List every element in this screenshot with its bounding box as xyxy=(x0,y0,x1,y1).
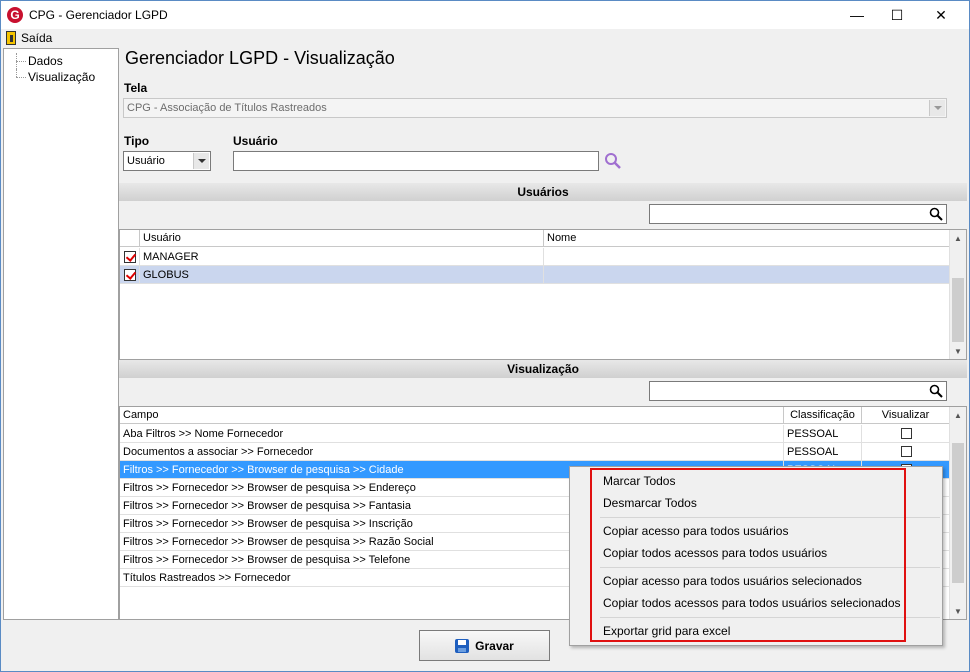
scrollbar-thumb[interactable] xyxy=(952,278,964,342)
visualizar-cell[interactable] xyxy=(862,443,950,461)
tipo-select[interactable]: Usuário xyxy=(123,151,211,171)
row-checkbox-cell[interactable] xyxy=(120,266,140,284)
scrollbar-thumb[interactable] xyxy=(952,443,964,583)
grid-header-nome[interactable]: Nome xyxy=(544,230,950,247)
scroll-down-icon[interactable]: ▼ xyxy=(950,603,966,619)
menu-bar: Saída xyxy=(1,29,969,47)
search-icon[interactable] xyxy=(929,384,943,398)
checkbox-checked[interactable] xyxy=(124,251,136,263)
tipo-select-value: Usuário xyxy=(127,155,165,167)
nome-cell xyxy=(544,248,950,266)
table-row[interactable]: MANAGER xyxy=(120,248,950,266)
visualizar-cell[interactable] xyxy=(862,425,950,443)
usuario-label: Usuário xyxy=(233,134,278,148)
nome-cell xyxy=(544,266,950,284)
close-button[interactable]: ✕ xyxy=(921,1,961,29)
chevron-down-icon xyxy=(193,153,209,169)
chevron-down-icon xyxy=(929,100,945,116)
classificacao-cell: PESSOAL xyxy=(784,425,862,443)
grid-header-campo[interactable]: Campo xyxy=(120,407,784,424)
checkbox-unchecked[interactable] xyxy=(900,446,912,457)
scroll-up-icon[interactable]: ▲ xyxy=(950,230,966,246)
tela-select[interactable]: CPG - Associação de Títulos Rastreados xyxy=(123,98,947,118)
checkbox-checked[interactable] xyxy=(124,269,136,281)
title-bar: G CPG - Gerenciador LGPD — ☐ ✕ xyxy=(1,1,969,29)
page-title: Gerenciador LGPD - Visualização xyxy=(125,48,395,68)
usuarios-scrollbar[interactable]: ▲ ▼ xyxy=(949,230,966,359)
app-logo-icon: G xyxy=(7,7,23,23)
usuario-input[interactable] xyxy=(233,151,599,171)
grid-header-visualizar[interactable]: Visualizar xyxy=(862,407,950,424)
exit-door-icon xyxy=(6,31,16,45)
usuario-cell: GLOBUS xyxy=(140,266,544,284)
save-button[interactable]: Gravar xyxy=(419,630,550,661)
campo-cell: Aba Filtros >> Nome Fornecedor xyxy=(120,425,784,443)
scroll-up-icon[interactable]: ▲ xyxy=(950,407,966,423)
search-icon[interactable] xyxy=(604,152,622,170)
window-title: CPG - Gerenciador LGPD xyxy=(29,8,168,22)
row-checkbox-cell[interactable] xyxy=(120,248,140,266)
tree-item-visualizacao[interactable]: Visualização xyxy=(4,69,118,85)
tipo-label: Tipo xyxy=(124,134,150,148)
table-row[interactable]: GLOBUS xyxy=(120,266,950,284)
campo-cell: Documentos a associar >> Fornecedor xyxy=(120,443,784,461)
floppy-disk-icon xyxy=(455,638,470,653)
checkbox-unchecked[interactable] xyxy=(900,428,912,439)
minimize-button[interactable]: — xyxy=(837,1,877,29)
maximize-button[interactable]: ☐ xyxy=(877,1,917,29)
tela-label: Tela xyxy=(124,81,148,95)
table-row[interactable]: Aba Filtros >> Nome Fornecedor PESSOAL xyxy=(120,425,950,443)
navigation-tree: Dados Visualização xyxy=(3,48,119,620)
menu-exit[interactable]: Saída xyxy=(21,31,52,45)
tela-select-value: CPG - Associação de Títulos Rastreados xyxy=(127,102,327,114)
visualizacao-scrollbar[interactable]: ▲ ▼ xyxy=(949,407,966,619)
usuarios-search-input[interactable] xyxy=(649,204,947,224)
grid-header-check xyxy=(120,230,140,247)
scroll-down-icon[interactable]: ▼ xyxy=(950,343,966,359)
visualizacao-search-input[interactable] xyxy=(649,381,947,401)
classificacao-cell: PESSOAL xyxy=(784,443,862,461)
usuarios-section-header: Usuários xyxy=(119,183,967,201)
table-row[interactable]: Documentos a associar >> Fornecedor PESSO… xyxy=(120,443,950,461)
usuarios-grid: Usuário Nome MANAGER GLOBUS ▲ ▼ xyxy=(119,229,967,360)
annotation-highlight-box xyxy=(590,468,906,642)
visualizacao-section-header: Visualização xyxy=(119,360,967,378)
grid-header-usuario[interactable]: Usuário xyxy=(140,230,544,247)
grid-header-classificacao[interactable]: Classificação xyxy=(784,407,862,424)
tree-item-dados[interactable]: Dados xyxy=(4,53,118,69)
save-button-label: Gravar xyxy=(475,638,514,653)
app-window: G CPG - Gerenciador LGPD — ☐ ✕ Saída Dad… xyxy=(0,0,970,672)
search-icon[interactable] xyxy=(929,207,943,221)
usuario-cell: MANAGER xyxy=(140,248,544,266)
